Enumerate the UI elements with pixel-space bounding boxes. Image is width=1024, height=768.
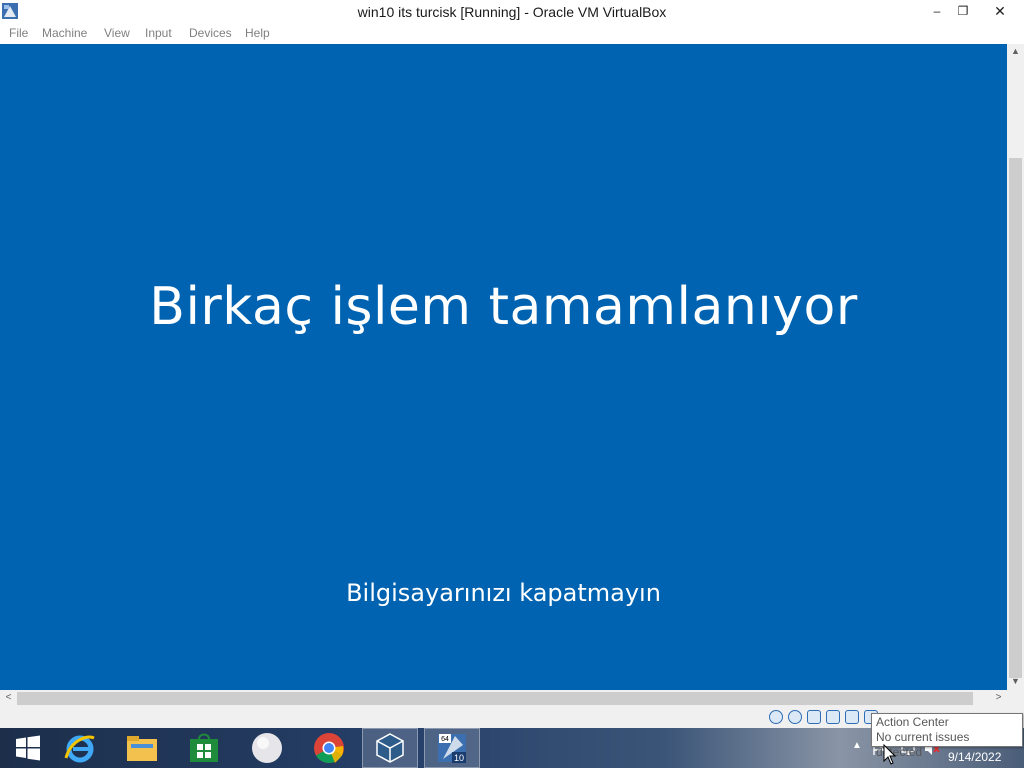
scroll-corner	[1007, 690, 1024, 707]
maximize-button[interactable]: ❐	[952, 0, 974, 22]
hard-disk-icon[interactable]	[769, 710, 783, 724]
virtualbox-win10-vm-icon: 64 10	[438, 734, 466, 763]
taskbar-virtualbox[interactable]	[362, 728, 418, 768]
mouse-cursor-icon	[883, 744, 897, 765]
internet-explorer-icon	[64, 735, 95, 763]
action-center-tooltip: Action Center No current issues detected	[871, 713, 1023, 759]
virtualbox-icon	[376, 733, 404, 763]
vm-badge-bottom: 10	[454, 753, 464, 763]
vertical-scroll-thumb[interactable]	[1009, 158, 1022, 678]
optical-drive-icon[interactable]	[788, 710, 802, 724]
file-explorer-icon	[127, 736, 157, 761]
window-title: win10 its turcisk [Running] - Oracle VM …	[357, 4, 667, 20]
horizontal-scroll-thumb[interactable]	[17, 692, 973, 705]
menu-help[interactable]: Help	[245, 26, 270, 40]
close-button[interactable]: ✕	[980, 0, 1020, 22]
taskbar-chrome[interactable]	[301, 728, 357, 768]
minimize-button[interactable]: –	[926, 0, 948, 22]
scroll-up-icon[interactable]: ▲	[1007, 46, 1024, 56]
vm-badge-top: 64	[441, 736, 449, 743]
scroll-down-icon[interactable]: ▼	[1007, 676, 1024, 686]
menu-devices[interactable]: Devices	[189, 26, 232, 40]
tray-overflow-icon[interactable]: ▲	[852, 740, 862, 751]
blank-circle-icon	[252, 733, 282, 763]
usb-icon[interactable]	[845, 710, 859, 724]
start-icon	[16, 735, 40, 761]
start-button[interactable]	[0, 728, 56, 768]
chrome-icon	[314, 733, 344, 764]
taskbar-store[interactable]	[176, 728, 232, 768]
horizontal-scrollbar[interactable]: < >	[0, 690, 1007, 707]
taskbar-vm-window[interactable]: 64 10	[424, 728, 480, 768]
vm-subtext: Bilgisayarınızı kapatmayın	[346, 579, 661, 607]
menu-file[interactable]: File	[9, 26, 28, 40]
menu-view[interactable]: View	[104, 26, 130, 40]
tooltip-title: Action Center	[876, 715, 949, 729]
menu-machine[interactable]: Machine	[42, 26, 87, 40]
taskbar-blank-app[interactable]	[239, 728, 295, 768]
menu-input[interactable]: Input	[145, 26, 172, 40]
window-titlebar[interactable]: win10 its turcisk [Running] - Oracle VM …	[0, 0, 1024, 24]
taskbar-file-explorer[interactable]	[114, 728, 170, 768]
tooltip-body: No current issues detected	[876, 730, 970, 759]
vm-display[interactable]: Birkaç işlem tamamlanıyor Bilgisayarınız…	[0, 44, 1007, 690]
scroll-right-icon[interactable]: >	[990, 692, 1007, 703]
vm-heading: Birkaç işlem tamamlanıyor	[149, 277, 858, 337]
vertical-scrollbar[interactable]: ▲ ▼	[1007, 44, 1024, 690]
store-icon	[190, 733, 218, 762]
menu-bar: File Machine View Input Devices Help	[0, 24, 1024, 44]
taskbar-internet-explorer[interactable]	[52, 728, 108, 768]
scroll-left-icon[interactable]: <	[0, 692, 17, 703]
network-icon[interactable]	[826, 710, 840, 724]
audio-icon[interactable]	[807, 710, 821, 724]
